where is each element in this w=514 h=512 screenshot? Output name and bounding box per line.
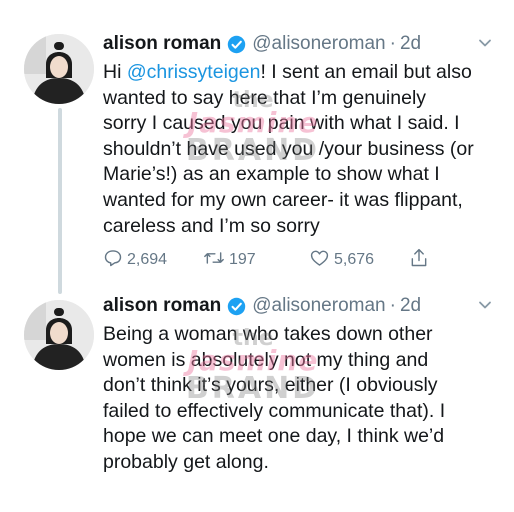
author-name[interactable]: alison roman: [103, 295, 221, 317]
avatar[interactable]: [24, 34, 94, 104]
heart-icon: [309, 248, 334, 273]
reply-icon: [103, 248, 127, 273]
tweet-text-line: probably get along.: [103, 450, 269, 473]
tweet-text: Hi @chrissyteigen! I sent an email but a…: [103, 60, 498, 239]
tweet-text-line: Hi @chrissyteigen! I sent an email but a…: [103, 60, 498, 86]
thread-connector-line: [58, 108, 62, 294]
like-button[interactable]: 5,676: [309, 246, 374, 274]
retweet-button[interactable]: 197: [203, 246, 256, 274]
reply-button[interactable]: 2,694: [103, 246, 167, 274]
tweet-text-line: shouldn’t have used you /your business (…: [103, 137, 474, 160]
tweet-header: alison roman @alisoneroman · 2d: [103, 291, 421, 321]
separator-dot: ·: [389, 33, 396, 54]
author-handle[interactable]: @alisoneroman: [252, 33, 385, 55]
share-button[interactable]: [409, 246, 433, 274]
author-name[interactable]: alison roman: [103, 33, 221, 55]
tweet-2[interactable]: alison roman @alisoneroman · 2d Being a …: [0, 286, 514, 512]
tweet-actions: 2,694 197 5,676: [103, 246, 443, 274]
tweet-text-line: failed to effectively communicate that).…: [103, 399, 446, 422]
separator-dot: ·: [389, 295, 396, 316]
tweet-text-line: hope we can meet one day, I think we’d: [103, 425, 445, 448]
mention-link[interactable]: @chrissyteigen: [127, 61, 261, 83]
tweet-header: alison roman @alisoneroman · 2d: [103, 29, 421, 59]
tweet-text-line: Being a woman who takes down other: [103, 323, 433, 345]
tweet-text-line: wanted for my own career- it was flippan…: [103, 188, 463, 211]
timestamp[interactable]: 2d: [400, 33, 421, 55]
tweet-text-line: don’t think it’s yours, either (I obviou…: [103, 374, 438, 397]
verified-badge-icon: [227, 35, 246, 54]
tweet-text-line: careless and I’m so sorry: [103, 214, 320, 237]
tweet-text-line: Marie’s!) as an example to show what I: [103, 163, 440, 186]
avatar[interactable]: [24, 300, 94, 370]
tweet-text-line: sorry I caused you pain with what I said…: [103, 112, 460, 135]
author-handle[interactable]: @alisoneroman: [252, 295, 385, 317]
tweet-text: Being a woman who takes down other women…: [103, 322, 498, 476]
retweet-count: 197: [229, 251, 256, 268]
tweet-text-line: wanted to say here that I’m genuinely: [103, 86, 427, 109]
retweet-icon: [203, 248, 229, 273]
tweet-1[interactable]: alison roman @alisoneroman · 2d Hi @chri…: [0, 0, 514, 294]
chevron-down-icon[interactable]: [478, 298, 492, 312]
reply-count: 2,694: [127, 251, 168, 268]
text-segment: Hi: [103, 61, 127, 83]
timestamp[interactable]: 2d: [400, 295, 421, 317]
like-count: 5,676: [334, 251, 375, 268]
chevron-down-icon[interactable]: [478, 36, 492, 50]
tweet-text-line: women is absolutely not my thing and: [103, 348, 429, 371]
verified-badge-icon: [227, 297, 246, 316]
text-segment: ! I sent an email but also: [260, 61, 472, 83]
share-icon: [409, 247, 433, 274]
